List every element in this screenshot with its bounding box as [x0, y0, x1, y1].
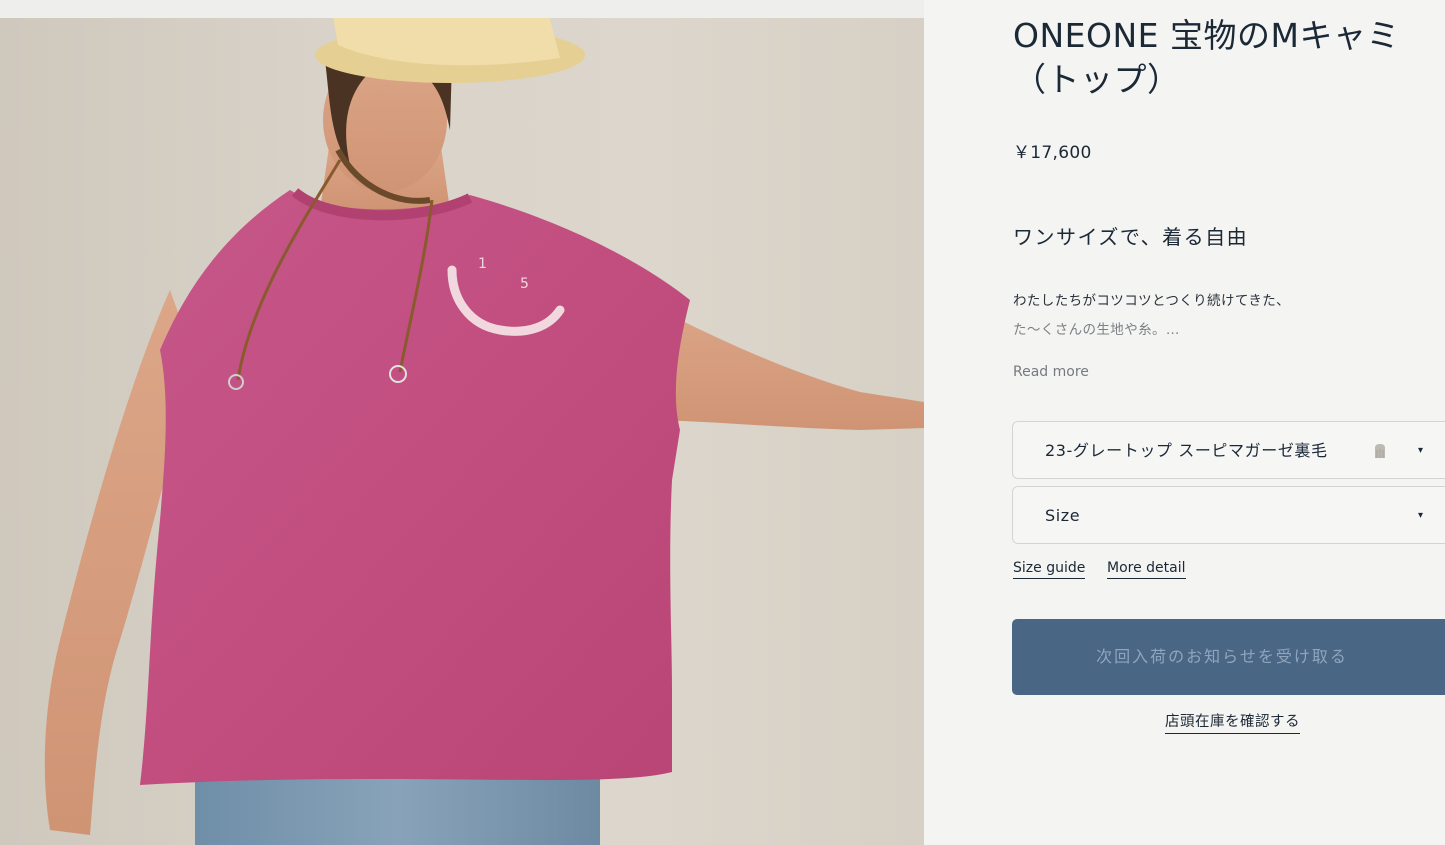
check-store-stock-link[interactable]: 店頭在庫を確認する	[1165, 710, 1300, 734]
description-line1: わたしたちがコツコツとつくり続けてきた、	[1013, 293, 1291, 309]
print-digit-left: 1	[478, 256, 487, 272]
product-info-panel: ONEONE 宝物のMキャミ （トップ） ￥17,600 ワンサイズで、着る自由…	[924, 0, 1445, 845]
color-swatch-icon	[1375, 444, 1385, 458]
description-line2: た～くさんの生地や糸。…	[1013, 322, 1180, 338]
print-digit-right: 5	[520, 276, 529, 292]
more-detail-link[interactable]: More detail	[1107, 560, 1186, 579]
product-title: ONEONE 宝物のMキャミ （トップ）	[1013, 14, 1445, 102]
product-tagline: ワンサイズで、着る自由	[1013, 225, 1249, 249]
photo-top-strip	[0, 0, 924, 18]
model-illustration: 1 5	[44, 0, 924, 845]
product-description: わたしたちがコツコツとつくり続けてきた、 た～くさんの生地や糸。…	[1013, 287, 1290, 345]
read-more-link[interactable]: Read more	[1013, 364, 1089, 380]
restock-notify-label: 次回入荷のお知らせを受け取る	[1096, 647, 1348, 666]
product-photo: 1 5	[0, 0, 924, 845]
chevron-down-icon: ▾	[1418, 510, 1424, 521]
product-price: ￥17,600	[1013, 143, 1092, 163]
product-page: 1 5 ONEONE 宝物のMキャミ （トップ） ￥17,600 ワンサイズで、…	[0, 0, 1445, 845]
chevron-down-icon: ▾	[1418, 445, 1424, 456]
restock-notify-button[interactable]: 次回入荷のお知らせを受け取る	[1012, 619, 1445, 695]
size-select-label: Size	[1045, 506, 1081, 525]
size-select[interactable]: Size ▾	[1012, 486, 1445, 544]
color-select[interactable]: 23-グレートップ スーピマガーゼ裏毛 ▾	[1012, 421, 1445, 479]
size-guide-link[interactable]: Size guide	[1013, 560, 1086, 579]
product-title-line2: （トップ）	[1013, 60, 1181, 99]
model-shirt	[140, 190, 690, 785]
color-select-value: 23-グレートップ スーピマガーゼ裏毛	[1045, 441, 1328, 460]
product-title-line1: ONEONE 宝物のMキャミ	[1013, 16, 1400, 55]
